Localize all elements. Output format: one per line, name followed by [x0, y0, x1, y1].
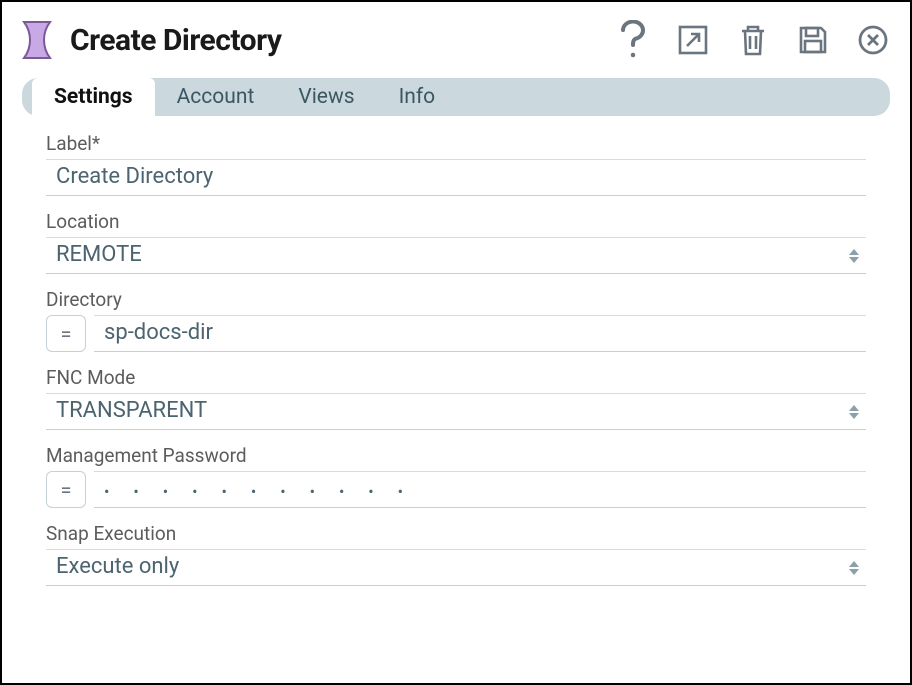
export-icon[interactable]: [676, 23, 710, 57]
field-snapexec-caption: Snap Execution: [46, 522, 866, 545]
tab-account[interactable]: Account: [155, 78, 277, 116]
snapexec-select-wrap: [46, 549, 866, 586]
save-icon[interactable]: [796, 23, 830, 57]
tab-views[interactable]: Views: [276, 78, 376, 116]
dialog-window: Create Directory: [0, 0, 912, 685]
location-select[interactable]: [46, 237, 866, 274]
expression-toggle-button[interactable]: =: [46, 471, 86, 508]
field-label-group: Label*: [46, 132, 866, 196]
field-location-caption: Location: [46, 210, 866, 233]
password-input[interactable]: • • • • • • • • • • •: [94, 471, 866, 508]
field-directory-caption: Directory: [46, 288, 866, 311]
field-label-caption: Label*: [46, 132, 866, 155]
form-area: Label* Location Directory = FNC M: [22, 132, 890, 586]
label-input[interactable]: [46, 159, 866, 196]
field-location-group: Location: [46, 210, 866, 274]
page-title: Create Directory: [70, 23, 281, 58]
directory-input[interactable]: [94, 315, 866, 352]
tab-bar: Settings Account Views Info: [22, 78, 890, 116]
field-fncmode-group: FNC Mode: [46, 366, 866, 430]
header-actions: [616, 23, 890, 57]
header-row: Create Directory: [22, 20, 890, 60]
tab-settings[interactable]: Settings: [32, 78, 155, 116]
delete-icon[interactable]: [736, 23, 770, 57]
header-left: Create Directory: [22, 20, 281, 60]
snapexec-select[interactable]: [46, 549, 866, 586]
help-icon[interactable]: [616, 23, 650, 57]
fncmode-select[interactable]: [46, 393, 866, 430]
close-icon[interactable]: [856, 23, 890, 57]
field-fncmode-caption: FNC Mode: [46, 366, 866, 389]
snap-shape-icon: [22, 20, 56, 60]
field-snapexec-group: Snap Execution: [46, 522, 866, 586]
location-select-wrap: [46, 237, 866, 274]
field-password-group: Management Password = • • • • • • • • • …: [46, 444, 866, 508]
field-directory-group: Directory =: [46, 288, 866, 352]
fncmode-select-wrap: [46, 393, 866, 430]
expression-toggle-button[interactable]: =: [46, 315, 86, 352]
tab-info[interactable]: Info: [377, 78, 458, 116]
field-password-caption: Management Password: [46, 444, 866, 467]
